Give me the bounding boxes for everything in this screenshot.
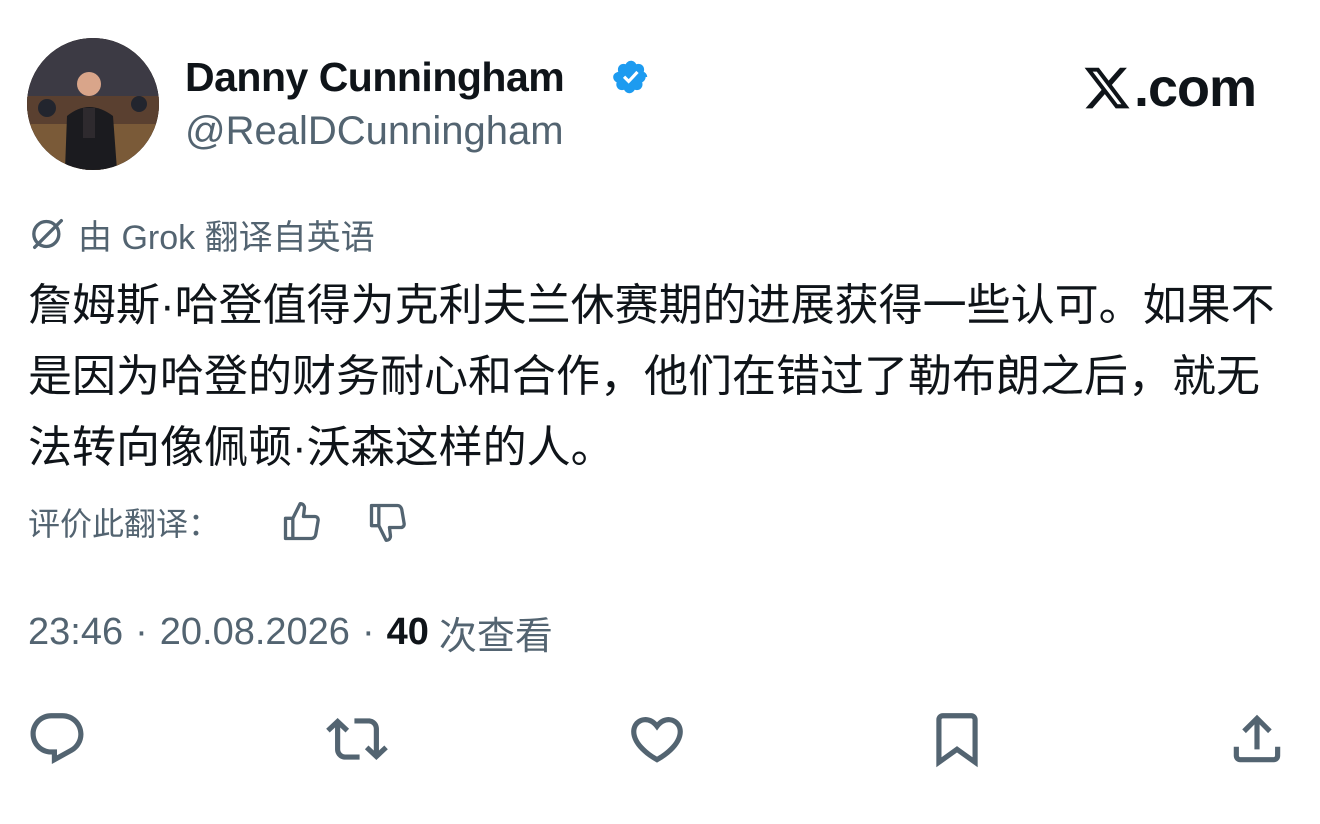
translation-notice: 由 Grok 翻译自英语 (28, 212, 375, 257)
retweet-icon[interactable] (326, 708, 388, 770)
x-brand: .com (1082, 58, 1257, 118)
heart-icon[interactable] (626, 708, 688, 770)
tweet-time[interactable]: 23:46 (28, 611, 123, 654)
tweet-date[interactable]: 20.08.2026 (160, 611, 350, 654)
meta-separator: · (135, 610, 148, 653)
avatar[interactable] (27, 38, 159, 170)
rate-translation: 评价此翻译： (28, 498, 220, 546)
tweet-meta: 23:46 · 20.08.2026 · 40 次查看 (28, 608, 553, 658)
x-logo-icon (1084, 67, 1130, 109)
thumbs-up-icon[interactable] (280, 500, 324, 544)
display-name[interactable]: Danny Cunningham (185, 54, 565, 100)
author-handle[interactable]: @RealDCunningham (185, 108, 564, 154)
meta-separator: · (361, 610, 375, 653)
grok-icon (32, 219, 63, 249)
reply-icon[interactable] (26, 708, 88, 770)
views-count: 40 (386, 610, 429, 653)
translation-notice-text: 由 Grok 翻译自英语 (78, 218, 375, 257)
tweet-text: 詹姆斯·哈登值得为克利夫兰休赛期的进展获得一些认可。如果不是因为哈登的财务耐心和… (28, 281, 1275, 472)
bookmark-icon[interactable] (926, 708, 988, 770)
thumbs-down-icon[interactable] (366, 500, 410, 544)
share-icon[interactable] (1226, 708, 1288, 770)
brand-label: .com (1134, 58, 1257, 118)
views-label: 次查看 (438, 615, 553, 658)
rate-translation-label: 评价此翻译： (28, 506, 221, 542)
verified-badge-icon (613, 60, 648, 94)
avatar-image (27, 38, 159, 170)
